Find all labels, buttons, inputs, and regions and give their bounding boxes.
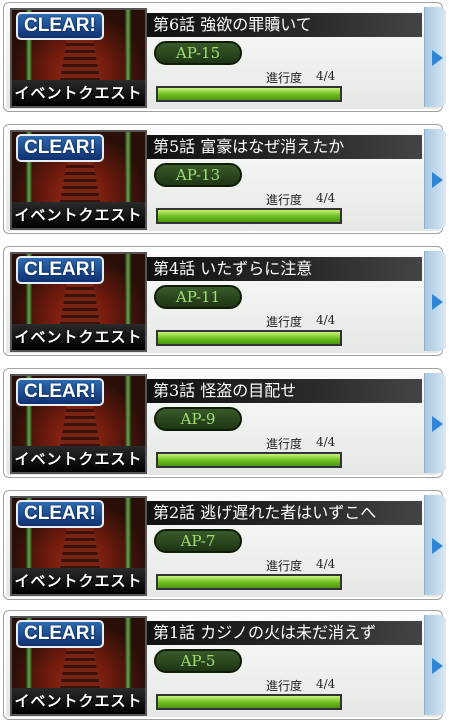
progress-bar (156, 330, 342, 346)
clear-badge: CLEAR! (16, 620, 104, 648)
event-quest-label: イベントクエスト (12, 324, 145, 350)
progress-value: 4/4 (316, 313, 336, 327)
quest-open-button[interactable] (424, 373, 446, 473)
clear-badge: CLEAR! (16, 378, 104, 406)
quest-open-button[interactable] (424, 7, 446, 107)
progress-value: 4/4 (316, 557, 336, 571)
quest-card[interactable]: CLEAR! イベントクエスト 第4話 いたずらに注意 AP-11 進行度 4/… (3, 246, 446, 356)
event-quest-label: イベントクエスト (12, 688, 145, 714)
quest-title: 第4話 いたずらに注意 (147, 257, 422, 281)
quest-title: 第2話 逃げ遅れた者はいずこへ (147, 501, 422, 525)
event-quest-label: イベントクエスト (12, 446, 145, 472)
ap-cost-badge: AP-15 (154, 41, 242, 65)
progress-bar (156, 208, 342, 224)
ap-cost-badge: AP-7 (154, 529, 242, 553)
quest-card[interactable]: CLEAR! イベントクエスト 第3話 怪盗の目配せ AP-9 進行度 4/4 (3, 368, 446, 478)
quest-row[interactable]: CLEAR! イベントクエスト 第4話 いたずらに注意 AP-11 進行度 4/… (0, 246, 449, 358)
quest-thumbnail: CLEAR! イベントクエスト (10, 130, 147, 230)
progress-bar (156, 694, 342, 710)
quest-list: CLEAR! イベントクエスト 第6話 強欲の罪贖いて AP-15 進行度 4/… (0, 0, 449, 723)
progress-bar (156, 452, 342, 468)
quest-row[interactable]: CLEAR! イベントクエスト 第2話 逃げ遅れた者はいずこへ AP-7 進行度… (0, 490, 449, 602)
quest-thumbnail: CLEAR! イベントクエスト (10, 374, 147, 474)
quest-title: 第5話 富豪はなぜ消えたか (147, 135, 422, 159)
quest-card[interactable]: CLEAR! イベントクエスト 第1話 カジノの火は未だ消えず AP-5 進行度… (3, 610, 446, 720)
progress-bar-fill (158, 576, 340, 588)
progress-label: 進行度 (266, 437, 303, 451)
quest-title: 第3話 怪盗の目配せ (147, 379, 422, 403)
progress-value: 4/4 (316, 435, 336, 449)
quest-open-button[interactable] (424, 495, 446, 595)
event-quest-label: イベントクエスト (12, 202, 145, 228)
ap-cost-badge: AP-5 (154, 649, 242, 673)
quest-title: 第6話 強欲の罪贖いて (147, 13, 422, 37)
progress-bar-fill (158, 210, 340, 222)
chevron-right-icon (432, 658, 443, 674)
progress-label: 進行度 (266, 679, 303, 693)
quest-open-button[interactable] (424, 251, 446, 351)
clear-badge: CLEAR! (16, 256, 104, 284)
progress-value: 4/4 (316, 677, 336, 691)
progress-bar-fill (158, 454, 340, 466)
quest-title: 第1話 カジノの火は未だ消えず (147, 621, 422, 645)
progress-value: 4/4 (316, 69, 336, 83)
progress-label: 進行度 (266, 559, 303, 573)
event-quest-label: イベントクエスト (12, 80, 145, 106)
progress-bar (156, 86, 342, 102)
progress-bar-fill (158, 332, 340, 344)
clear-badge: CLEAR! (16, 134, 104, 162)
progress-bar (156, 574, 342, 590)
quest-thumbnail: CLEAR! イベントクエスト (10, 252, 147, 352)
progress-value: 4/4 (316, 191, 336, 205)
chevron-right-icon (432, 172, 443, 188)
quest-open-button[interactable] (424, 615, 446, 715)
ap-cost-badge: AP-9 (154, 407, 242, 431)
quest-open-button[interactable] (424, 129, 446, 229)
quest-row[interactable]: CLEAR! イベントクエスト 第1話 カジノの火は未だ消えず AP-5 進行度… (0, 610, 449, 722)
quest-row[interactable]: CLEAR! イベントクエスト 第6話 強欲の罪贖いて AP-15 進行度 4/… (0, 2, 449, 114)
clear-badge: CLEAR! (16, 12, 104, 40)
quest-thumbnail: CLEAR! イベントクエスト (10, 496, 147, 596)
quest-thumbnail: CLEAR! イベントクエスト (10, 8, 147, 108)
quest-row[interactable]: CLEAR! イベントクエスト 第5話 富豪はなぜ消えたか AP-13 進行度 … (0, 124, 449, 236)
quest-thumbnail: CLEAR! イベントクエスト (10, 616, 147, 716)
quest-card[interactable]: CLEAR! イベントクエスト 第2話 逃げ遅れた者はいずこへ AP-7 進行度… (3, 490, 446, 600)
progress-label: 進行度 (266, 315, 303, 329)
chevron-right-icon (432, 538, 443, 554)
quest-row[interactable]: CLEAR! イベントクエスト 第3話 怪盗の目配せ AP-9 進行度 4/4 (0, 368, 449, 480)
quest-card[interactable]: CLEAR! イベントクエスト 第5話 富豪はなぜ消えたか AP-13 進行度 … (3, 124, 446, 234)
ap-cost-badge: AP-13 (154, 163, 242, 187)
event-quest-label: イベントクエスト (12, 568, 145, 594)
ap-cost-badge: AP-11 (154, 285, 242, 309)
progress-label: 進行度 (266, 193, 303, 207)
chevron-right-icon (432, 416, 443, 432)
progress-bar-fill (158, 696, 340, 708)
chevron-right-icon (432, 294, 443, 310)
progress-label: 進行度 (266, 71, 303, 85)
quest-card[interactable]: CLEAR! イベントクエスト 第6話 強欲の罪贖いて AP-15 進行度 4/… (3, 2, 446, 112)
chevron-right-icon (432, 50, 443, 66)
clear-badge: CLEAR! (16, 500, 104, 528)
progress-bar-fill (158, 88, 340, 100)
